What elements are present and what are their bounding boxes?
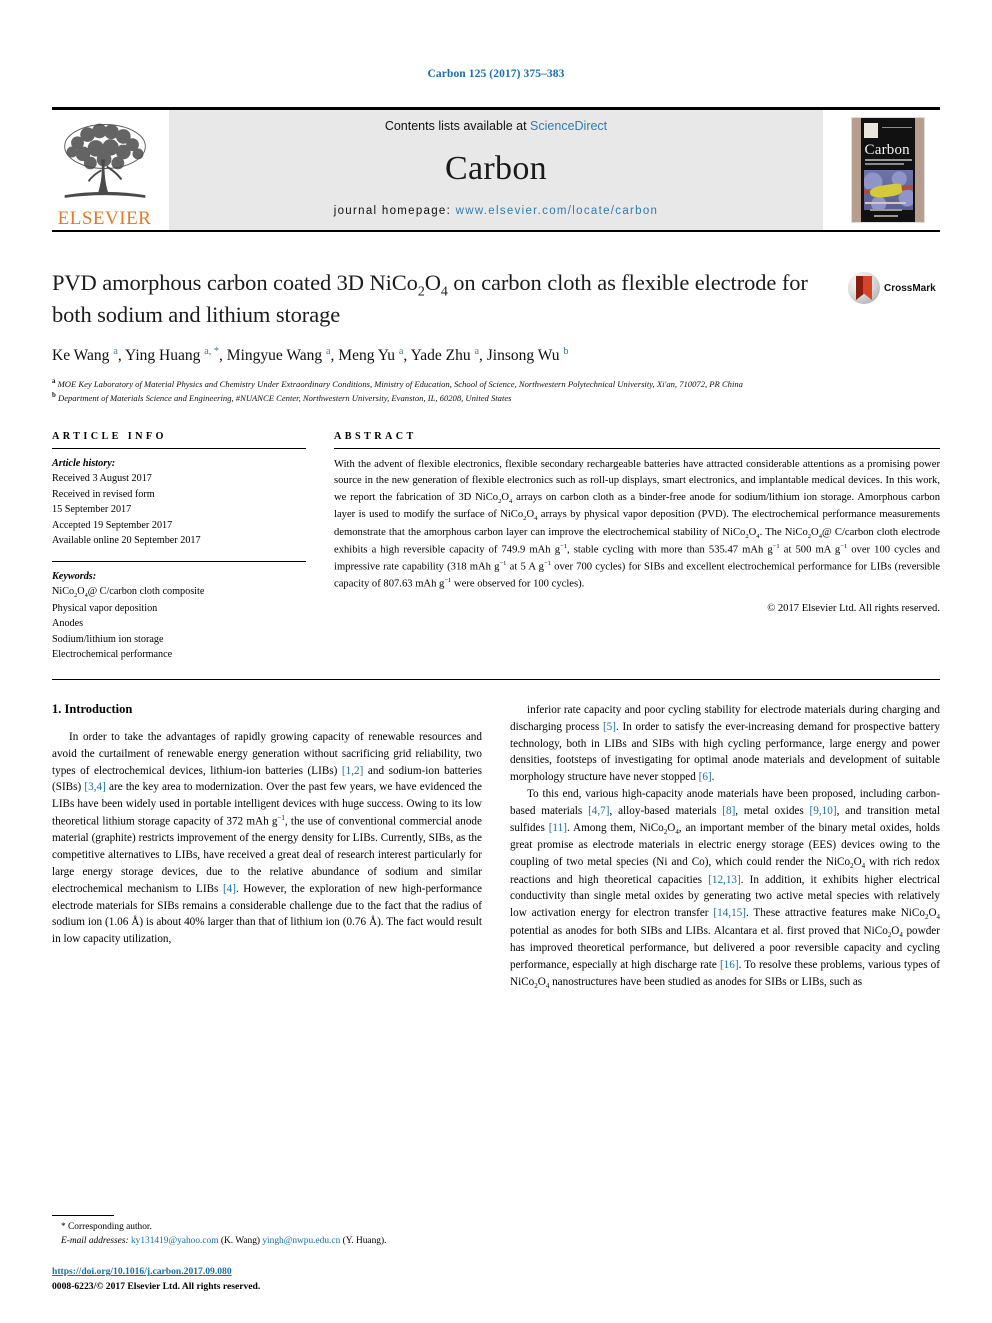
title-block: CrossMark PVD amorphous carbon coated 3D… (52, 269, 940, 405)
affiliations: a MOE Key Laboratory of Material Physics… (52, 377, 848, 405)
journal-cover: Carbon (835, 110, 940, 230)
cover-artwork-nanotube (869, 182, 904, 200)
body-left-column: 1. Introduction In order to take the adv… (52, 702, 482, 992)
journal-masthead: ELSEVIER Contents lists available at Sci… (52, 110, 940, 230)
article-history: Article history: Received 3 August 2017 … (52, 449, 306, 549)
affiliation-b: b Department of Materials Science and En… (52, 391, 848, 405)
contents-list-line: Contents lists available at ScienceDirec… (385, 119, 607, 133)
cover-journal-title: Carbon (864, 142, 910, 158)
doi-block: https://doi.org/10.1016/j.carbon.2017.09… (52, 1265, 482, 1295)
paragraph: inferior rate capacity and poor cycling … (510, 703, 940, 784)
elsevier-tree-icon (63, 123, 146, 198)
keyword-item: Anodes (52, 618, 84, 630)
keyword-item: NiCo2O4@ C/carbon cloth composite (52, 586, 205, 600)
journal-homepage-line: journal homepage: www.elsevier.com/locat… (334, 205, 659, 217)
cover-subtitle-rule-1 (864, 159, 912, 161)
paragraph: In order to take the advantages of rapid… (52, 730, 482, 946)
masthead-bottom-rule (52, 230, 940, 232)
email-link-huang[interactable]: yingh@nwpu.edu.cn (262, 1236, 340, 1246)
crossmark-badge[interactable]: CrossMark (848, 271, 940, 305)
sciencedirect-link[interactable]: ScienceDirect (530, 119, 607, 133)
abstract-copyright: © 2017 Elsevier Ltd. All rights reserved… (767, 603, 940, 615)
history-item: Received in revised form (52, 488, 155, 500)
history-item: 15 September 2017 (52, 504, 132, 516)
cover-artwork (863, 170, 913, 210)
email-link-wang[interactable]: ky131419@yahoo.com (131, 1236, 219, 1246)
abstract-bottom-rule (52, 678, 940, 680)
info-abstract-row: ARTICLE INFO Article history: Received 3… (52, 431, 940, 663)
cover-bottom-rule-2 (869, 209, 902, 211)
cover-bottom-rule-1 (864, 202, 906, 204)
body-columns: 1. Introduction In order to take the adv… (52, 702, 940, 992)
masthead-center: Contents lists available at ScienceDirec… (169, 110, 823, 230)
doi-link[interactable]: https://doi.org/10.1016/j.carbon.2017.09… (52, 1266, 232, 1277)
keyword-item: Physical vapor deposition (52, 602, 158, 614)
article-info-column: ARTICLE INFO Article history: Received 3… (52, 431, 306, 663)
crossmark-icon (848, 272, 880, 304)
affiliation-a: a MOE Key Laboratory of Material Physics… (52, 377, 848, 391)
page-title: PVD amorphous carbon coated 3D NiCo2O4 o… (52, 269, 848, 330)
keywords-block: Keywords: NiCo2O4@ C/carbon cloth compos… (52, 562, 306, 663)
cover-spine-right (914, 118, 924, 222)
cover-bottom-rule-3 (873, 215, 898, 217)
running-head: Carbon 125 (2017) 375–383 (427, 68, 565, 80)
title-part-c: on carbon cloth as flexible (447, 270, 690, 295)
cover-spine-left (851, 118, 861, 222)
abstract-heading: ABSTRACT (334, 430, 417, 442)
affiliation-a-text: MOE Key Laboratory of Material Physics a… (57, 379, 743, 390)
elsevier-logo: ELSEVIER (52, 110, 157, 230)
author-list: Ke Wang a, Ying Huang a, *, Mingyue Wang… (52, 346, 569, 365)
paragraph: To this end, various high-capacity anode… (510, 787, 940, 991)
cover-subtitle-rule-2 (864, 163, 904, 165)
email-addresses-label: E-mail addresses: (61, 1236, 129, 1247)
section-heading-introduction: 1. Introduction (52, 701, 133, 716)
contents-prefix: Contents lists available at (384, 119, 531, 133)
article-history-label: Article history: (52, 457, 116, 469)
title-part-a: PVD amorphous carbon coated 3D NiCo (52, 270, 418, 295)
article-info-heading: ARTICLE INFO (52, 430, 167, 442)
corresponding-author-note: * Corresponding author. (61, 1222, 152, 1233)
cover-top-rule (881, 127, 912, 128)
footnote-text: * Corresponding author. E-mail addresses… (52, 1220, 482, 1248)
history-item: Received 3 August 2017 (52, 473, 152, 485)
email-addresses-line: E-mail addresses: ky131419@yahoo.com (K.… (52, 1234, 482, 1248)
affiliation-marker-a: a (52, 378, 56, 386)
footnote-rule (52, 1215, 114, 1217)
journal-title: Carbon (445, 150, 547, 187)
title-sub-1: 2 (417, 284, 425, 300)
crossmark-label: CrossMark (884, 282, 936, 294)
affiliation-b-text: Department of Materials Science and Engi… (57, 392, 512, 403)
journal-cover-image: Carbon (850, 117, 925, 223)
doi-line: https://doi.org/10.1016/j.carbon.2017.09… (52, 1265, 482, 1280)
abstract-text: With the advent of flexible electronics,… (334, 458, 941, 590)
email-owner-huang: (Y. Huang). (342, 1236, 387, 1247)
paper-page: Carbon 125 (2017) 375–383 ELSEVIER Conte… (0, 0, 992, 1323)
journal-homepage-link[interactable]: www.elsevier.com/locate/carbon (456, 205, 659, 217)
footnote-block: * Corresponding author. E-mail addresses… (52, 1215, 482, 1295)
title-sub-2: 4 (440, 284, 448, 300)
issn-copyright-line: 0008-6223/© 2017 Elsevier Ltd. All right… (52, 1281, 261, 1293)
email-owner-wang: (K. Wang) (220, 1236, 261, 1247)
abstract-column: ABSTRACT With the advent of flexible ele… (334, 431, 940, 663)
title-part-b: O (424, 270, 441, 295)
history-item: Available online 20 September 2017 (52, 535, 201, 547)
history-item: Accepted 19 September 2017 (52, 519, 173, 531)
cover-society-badge (863, 123, 878, 138)
keyword-item: Sodium/lithium ion storage (52, 633, 164, 645)
keyword-item: Electrochemical performance (52, 649, 173, 661)
elsevier-wordmark: ELSEVIER (57, 208, 152, 229)
affiliation-marker-b: b (52, 392, 56, 400)
homepage-prefix: journal homepage: (333, 205, 456, 217)
keywords-label: Keywords: (52, 570, 97, 582)
body-right-column: inferior rate capacity and poor cycling … (510, 702, 940, 992)
